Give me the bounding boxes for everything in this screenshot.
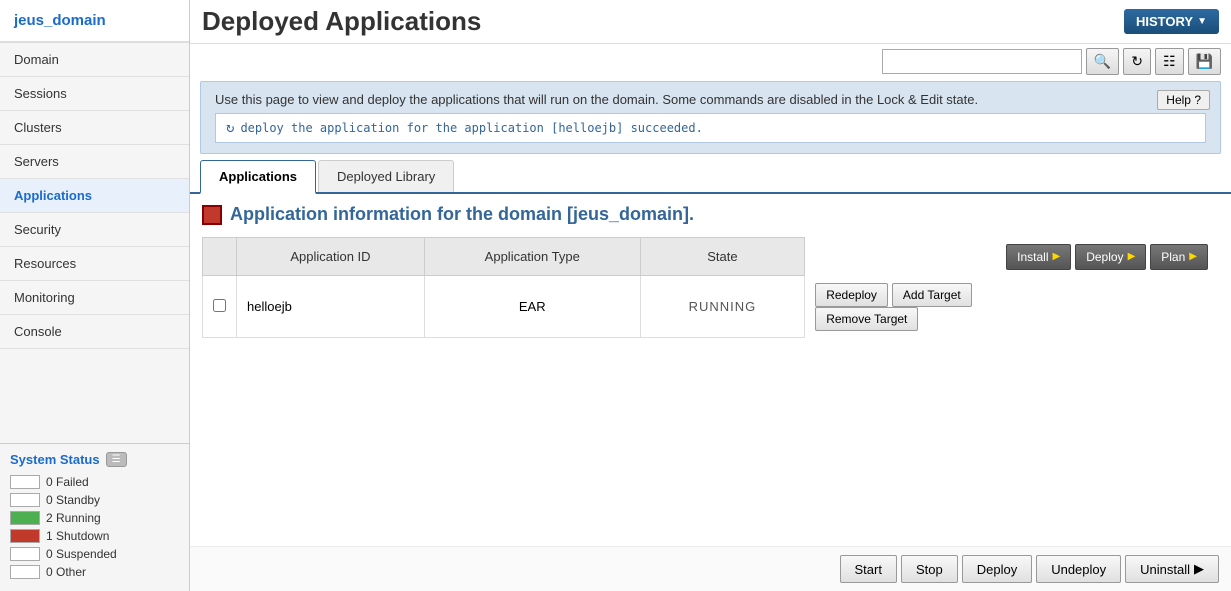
remove-target-button[interactable]: Remove Target	[815, 307, 918, 331]
system-status-toggle[interactable]: ☰	[106, 452, 127, 467]
page-title: Deployed Applications	[202, 6, 481, 37]
info-banner-text: Use this page to view and deploy the app…	[215, 92, 1206, 107]
deploy-button[interactable]: Deploy ▶	[1075, 244, 1146, 270]
sidebar-item-applications[interactable]: Applications	[0, 179, 189, 213]
app-id-cell: helloejb	[237, 276, 425, 338]
info-banner: Use this page to view and deploy the app…	[200, 81, 1221, 154]
start-bottom-button[interactable]: Start	[840, 555, 897, 583]
tab-deployed-library[interactable]: Deployed Library	[318, 160, 454, 192]
applications-table: Application ID Application Type State In…	[202, 237, 1219, 338]
status-count-label: 2 Running	[46, 511, 101, 525]
tab-applications[interactable]: Applications	[200, 160, 316, 194]
status-count-label: 0 Failed	[46, 475, 89, 489]
success-text: deploy the application for the applicati…	[240, 121, 702, 135]
status-row-running: 2 Running	[10, 511, 179, 525]
status-box-empty	[10, 493, 40, 507]
help-button[interactable]: Help ?	[1157, 90, 1210, 110]
main-content: Deployed Applications HISTORY ▼ 🔍 ↻ ☷ 💾 …	[190, 0, 1231, 591]
domain-name[interactable]: jeus_domain	[14, 12, 106, 29]
search-icon-button[interactable]: 🔍	[1086, 48, 1119, 75]
status-box-empty	[10, 547, 40, 561]
status-box-shutdown	[10, 529, 40, 543]
topbar: Deployed Applications HISTORY ▼	[190, 0, 1231, 44]
sidebar-item-sessions[interactable]: Sessions	[0, 77, 189, 111]
sidebar: jeus_domain DomainSessionsClustersServer…	[0, 0, 190, 591]
status-row-shutdown: 1 Shutdown	[10, 529, 179, 543]
action-header: Install ▶Deploy ▶Plan ▶	[805, 238, 1219, 276]
uninstall-bottom-button[interactable]: Uninstall ▶	[1125, 555, 1219, 583]
table-row: helloejbEARRUNNINGRedeployAdd TargetRemo…	[203, 276, 1219, 338]
search-input[interactable]	[882, 49, 1082, 74]
status-count-label: 1 Shutdown	[46, 529, 109, 543]
bottom-action-bar: StartStopDeployUndeployUninstall ▶	[190, 546, 1231, 591]
sidebar-nav: DomainSessionsClustersServersApplication…	[0, 43, 189, 443]
system-status-section: System Status ☰ 0 Failed 0 Standby 2 Runni…	[0, 443, 189, 591]
row-checkbox-cell	[203, 276, 237, 338]
status-count-label: 0 Standby	[46, 493, 100, 507]
row-checkbox[interactable]	[213, 299, 226, 312]
undeploy-bottom-button[interactable]: Undeploy	[1036, 555, 1121, 583]
row-action-buttons: RedeployAdd TargetRemove Target	[805, 276, 1219, 338]
status-row-suspended: 0 Suspended	[10, 547, 179, 561]
btn-arrow-icon: ▶	[1189, 251, 1197, 262]
section-title: Application information for the domain […	[202, 204, 1219, 225]
status-box-empty	[10, 475, 40, 489]
refresh-icon: ↻	[226, 120, 234, 136]
refresh-icon-button[interactable]: ↻	[1123, 48, 1151, 75]
status-row-standby: 0 Standby	[10, 493, 179, 507]
btn-arrow-icon: ▶	[1053, 251, 1061, 262]
content-area: Application information for the domain […	[190, 194, 1231, 546]
install-button[interactable]: Install ▶	[1006, 244, 1071, 270]
status-box-empty	[10, 565, 40, 579]
btn-arrow-icon: ▶	[1128, 251, 1136, 262]
grid-icon-button[interactable]: ☷	[1155, 48, 1184, 75]
system-status-title: System Status ☰	[10, 452, 179, 467]
status-count-label: 0 Other	[46, 565, 86, 579]
sidebar-item-clusters[interactable]: Clusters	[0, 111, 189, 145]
history-label: HISTORY	[1136, 14, 1193, 29]
system-status-label: System Status	[10, 452, 100, 467]
section-icon	[202, 205, 222, 225]
status-count-label: 0 Suspended	[46, 547, 117, 561]
app-type-cell: EAR	[424, 276, 640, 338]
export-icon-button[interactable]: 💾	[1188, 48, 1221, 75]
tabs-bar: ApplicationsDeployed Library	[190, 160, 1231, 194]
sidebar-item-domain[interactable]: Domain	[0, 43, 189, 77]
sidebar-item-security[interactable]: Security	[0, 213, 189, 247]
checkbox-header	[203, 238, 237, 276]
action-bottom-row: Remove Target	[815, 307, 1208, 331]
add-target-button[interactable]: Add Target	[892, 283, 972, 307]
sidebar-item-servers[interactable]: Servers	[0, 145, 189, 179]
deploy-bottom-button[interactable]: Deploy	[962, 555, 1032, 583]
section-title-text: Application information for the domain […	[230, 204, 694, 225]
success-message: ↻ deploy the application for the applica…	[215, 113, 1206, 143]
app-type-header: Application Type	[424, 238, 640, 276]
history-button[interactable]: HISTORY ▼	[1124, 9, 1219, 34]
plan-button[interactable]: Plan ▶	[1150, 244, 1208, 270]
state-header: State	[640, 238, 805, 276]
sidebar-item-resources[interactable]: Resources	[0, 247, 189, 281]
stop-bottom-button[interactable]: Stop	[901, 555, 958, 583]
header-action-buttons: Install ▶Deploy ▶Plan ▶	[815, 244, 1208, 270]
action-top-row: RedeployAdd Target	[815, 283, 1208, 307]
status-row-other: 0 Other	[10, 565, 179, 579]
help-label: Help	[1166, 93, 1191, 107]
history-arrow-icon: ▼	[1197, 16, 1207, 27]
redeploy-button[interactable]: Redeploy	[815, 283, 888, 307]
sidebar-item-console[interactable]: Console	[0, 315, 189, 349]
search-area: 🔍 ↻ ☷ 💾	[190, 44, 1231, 75]
status-box-running	[10, 511, 40, 525]
app-state-cell: RUNNING	[640, 276, 805, 338]
uninstall-arrow-icon: ▶	[1194, 561, 1204, 577]
app-id-header: Application ID	[237, 238, 425, 276]
sidebar-logo: jeus_domain	[0, 0, 189, 43]
status-row-failed: 0 Failed	[10, 475, 179, 489]
sidebar-item-monitoring[interactable]: Monitoring	[0, 281, 189, 315]
